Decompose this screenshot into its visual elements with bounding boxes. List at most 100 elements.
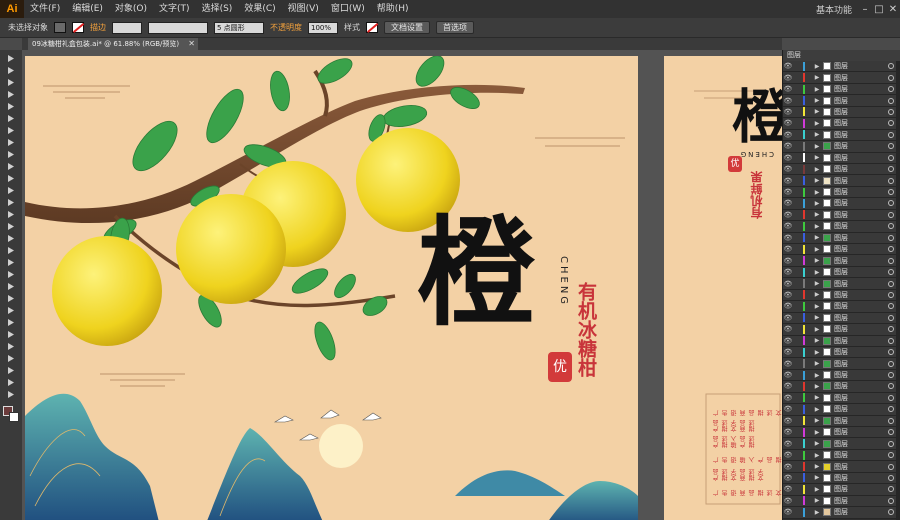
slice-tool-icon[interactable] <box>4 366 18 375</box>
visibility-eye-icon[interactable]: 👁 <box>783 188 793 196</box>
layer-target-icon[interactable] <box>888 429 894 436</box>
stroke-weight-field[interactable] <box>112 21 142 34</box>
expand-arrow-icon[interactable]: ▶ <box>813 497 821 504</box>
visibility-eye-icon[interactable]: 👁 <box>783 485 793 493</box>
layer-row[interactable]: 👁 ▶ 图层 <box>783 106 900 119</box>
selection-tool-icon[interactable] <box>4 54 18 63</box>
layer-target-icon[interactable] <box>888 303 894 310</box>
layer-target-icon[interactable] <box>888 406 894 413</box>
layer-row[interactable]: 👁 ▶ 图层 <box>783 324 900 336</box>
expand-arrow-icon[interactable]: ▶ <box>813 360 821 367</box>
close-window-button[interactable]: ✕ <box>886 4 900 15</box>
layer-row[interactable]: 👁 ▶ 图层 <box>783 186 900 199</box>
layer-row[interactable]: 👁 ▶ 图层 <box>783 175 900 187</box>
visibility-eye-icon[interactable]: 👁 <box>783 177 793 185</box>
visibility-eye-icon[interactable]: 👁 <box>783 497 793 505</box>
expand-arrow-icon[interactable]: ▶ <box>813 177 821 184</box>
fill-swatch[interactable] <box>54 22 66 33</box>
layer-row[interactable]: 👁 ▶ 图层 <box>783 152 900 164</box>
layer-target-icon[interactable] <box>888 463 894 470</box>
canvas-area[interactable]: 橙 CHENG 有机冰糖柑 优 橙 CHENG 有机鲜果 优 广告语 商品描述文… <box>22 50 782 520</box>
stroke-label[interactable]: 描边 <box>90 22 106 33</box>
layer-row[interactable]: 👁 ▶ 图层 <box>783 198 900 210</box>
blend-tool-icon[interactable] <box>4 318 18 327</box>
style-swatch[interactable] <box>366 22 378 33</box>
menu-window[interactable]: 窗口(W) <box>325 0 371 18</box>
visibility-eye-icon[interactable]: 👁 <box>783 440 793 448</box>
visibility-eye-icon[interactable]: 👁 <box>783 154 793 162</box>
visibility-eye-icon[interactable]: 👁 <box>783 142 793 150</box>
layer-target-icon[interactable] <box>888 349 894 356</box>
layer-row[interactable]: 👁 ▶ 图层 <box>783 495 900 508</box>
curvature-tool-icon[interactable] <box>4 114 18 123</box>
visibility-eye-icon[interactable]: 👁 <box>783 371 793 379</box>
visibility-eye-icon[interactable]: 👁 <box>783 245 793 253</box>
expand-arrow-icon[interactable]: ▶ <box>813 154 821 161</box>
artboard-side[interactable]: 橙 CHENG 有机鲜果 优 广告语 商品描述文字 产品描述文字 商品描述 产品… <box>664 56 782 520</box>
visibility-eye-icon[interactable]: 👁 <box>783 199 793 207</box>
menu-select[interactable]: 选择(S) <box>196 0 239 18</box>
column-graph-tool-icon[interactable] <box>4 342 18 351</box>
layer-row[interactable]: 👁 ▶ 图层 <box>783 335 900 347</box>
expand-arrow-icon[interactable]: ▶ <box>813 269 821 276</box>
visibility-eye-icon[interactable]: 👁 <box>783 234 793 242</box>
rectangle-tool-icon[interactable] <box>4 150 18 159</box>
expand-arrow-icon[interactable]: ▶ <box>813 486 821 493</box>
fill-stroke-swatches[interactable] <box>3 406 19 422</box>
menu-view[interactable]: 视图(V) <box>282 0 325 18</box>
layer-target-icon[interactable] <box>888 509 894 516</box>
perspective-grid-tool-icon[interactable] <box>4 270 18 279</box>
layer-target-icon[interactable] <box>888 200 894 207</box>
expand-arrow-icon[interactable]: ▶ <box>813 383 821 390</box>
layer-target-icon[interactable] <box>888 280 894 287</box>
menu-effect[interactable]: 效果(C) <box>238 0 281 18</box>
layer-row[interactable]: 👁 ▶ 图层 <box>783 472 900 485</box>
layer-row[interactable]: 👁 ▶ 图层 <box>783 83 900 96</box>
layer-row[interactable]: 👁 ▶ 图层 <box>783 141 900 153</box>
expand-arrow-icon[interactable]: ▶ <box>813 63 821 70</box>
layer-row[interactable]: 👁 ▶ 图层 <box>783 232 900 244</box>
layer-target-icon[interactable] <box>888 246 894 253</box>
layer-row[interactable]: 👁 ▶ 图层 <box>783 415 900 427</box>
expand-arrow-icon[interactable]: ▶ <box>813 166 821 173</box>
expand-arrow-icon[interactable]: ▶ <box>813 97 821 104</box>
expand-arrow-icon[interactable]: ▶ <box>813 417 821 424</box>
visibility-eye-icon[interactable]: 👁 <box>783 211 793 219</box>
layer-row[interactable]: 👁 ▶ 图层 <box>783 381 900 393</box>
expand-arrow-icon[interactable]: ▶ <box>813 349 821 356</box>
symbol-sprayer-tool-icon[interactable] <box>4 330 18 339</box>
expand-arrow-icon[interactable]: ▶ <box>813 74 821 81</box>
layer-target-icon[interactable] <box>888 234 894 241</box>
layer-row[interactable]: 👁 ▶ 图层 <box>783 244 900 256</box>
layer-row[interactable]: 👁 ▶ 图层 <box>783 266 900 279</box>
layer-row[interactable]: 👁 ▶ 图层 <box>783 95 900 107</box>
visibility-eye-icon[interactable]: 👁 <box>783 291 793 299</box>
preferences-button[interactable]: 首选项 <box>436 21 474 34</box>
expand-arrow-icon[interactable]: ▶ <box>813 223 821 230</box>
layer-target-icon[interactable] <box>888 154 894 161</box>
expand-arrow-icon[interactable]: ▶ <box>813 326 821 333</box>
visibility-eye-icon[interactable]: 👁 <box>783 428 793 436</box>
visibility-eye-icon[interactable]: 👁 <box>783 463 793 471</box>
layer-row[interactable]: 👁 ▶ 图层 <box>783 461 900 473</box>
line-tool-icon[interactable] <box>4 138 18 147</box>
layer-row[interactable]: 👁 ▶ 图层 <box>783 507 900 519</box>
expand-arrow-icon[interactable]: ▶ <box>813 120 821 127</box>
layer-target-icon[interactable] <box>888 474 894 481</box>
layer-row[interactable]: 👁 ▶ 图层 <box>783 427 900 439</box>
eraser-tool-icon[interactable] <box>4 198 18 207</box>
pencil-tool-icon[interactable] <box>4 174 18 183</box>
layer-target-icon[interactable] <box>888 223 894 230</box>
expand-arrow-icon[interactable]: ▶ <box>813 143 821 150</box>
layer-target-icon[interactable] <box>888 372 894 379</box>
expand-arrow-icon[interactable]: ▶ <box>813 463 821 470</box>
layer-target-icon[interactable] <box>888 486 894 493</box>
opacity-field[interactable]: 100% <box>308 21 338 34</box>
document-tab[interactable]: 09冰糖柑礼盒包装.ai* @ 61.88% (RGB/预览) ✕ <box>28 38 198 50</box>
layer-target-icon[interactable] <box>888 74 894 81</box>
layer-target-icon[interactable] <box>888 143 894 150</box>
visibility-eye-icon[interactable]: 👁 <box>783 451 793 459</box>
expand-arrow-icon[interactable]: ▶ <box>813 86 821 93</box>
expand-arrow-icon[interactable]: ▶ <box>813 280 821 287</box>
artboard-front[interactable]: 橙 CHENG 有机冰糖柑 优 <box>25 56 638 520</box>
